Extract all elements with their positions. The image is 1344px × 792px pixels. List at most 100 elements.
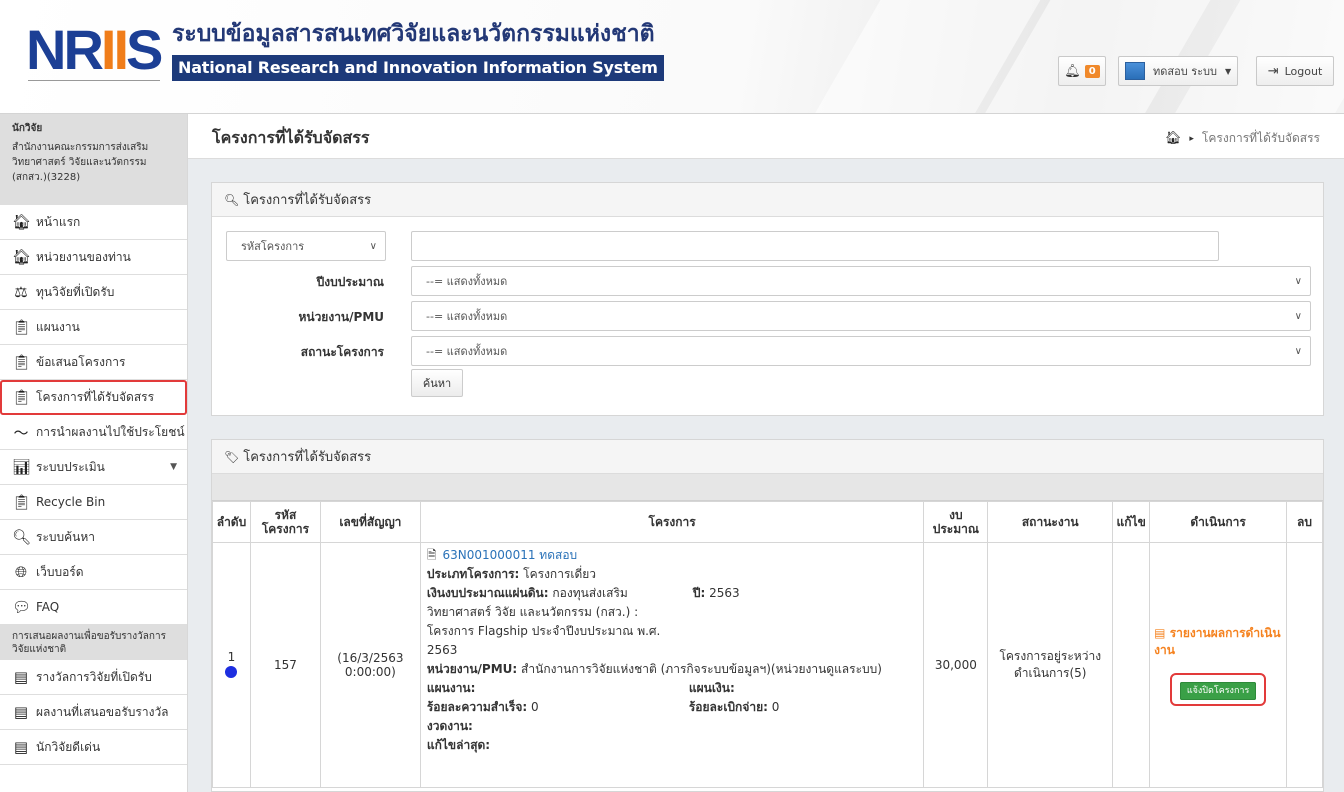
user-role: นักวิจัย <box>12 123 43 134</box>
home-icon: 🏠︎ <box>12 248 32 266</box>
col-edit: แก้ไข <box>1112 501 1151 543</box>
fiscal-year-label: ปีงบประมาณ <box>316 275 384 289</box>
sidebar-item-label: เว็บบอร์ด <box>36 564 84 579</box>
plan-label: แผนงาน: <box>426 681 476 695</box>
sidebar-item-label: ผลงานที่เสนอขอรับรางวัล <box>36 704 169 719</box>
chevron-right-icon: ▸ <box>1189 133 1194 144</box>
avatar <box>1125 62 1145 80</box>
home-icon[interactable]: 🏠︎ <box>1165 131 1182 146</box>
search-button[interactable]: ค้นหา <box>411 369 463 397</box>
sidebar-item-outstanding-researcher[interactable]: ▤ นักวิจัยดีเด่น <box>0 730 187 765</box>
sidebar-item-label: ระบบประเมิน <box>36 459 105 474</box>
sidebar-item-open-grants[interactable]: ⚖︎ ทุนวิจัยที่เปิดรับ <box>0 275 187 310</box>
sidebar-item-open-awards[interactable]: ▤ รางวัลการวิจัยที่เปิดรับ <box>0 660 187 695</box>
sidebar-item-faq[interactable]: 💬︎ FAQ <box>0 590 187 625</box>
project-link[interactable]: 🗎 63N001000011 ทดสอบ <box>427 546 918 565</box>
disburse-value: 0 <box>771 700 780 714</box>
sidebar-item-utilization[interactable]: 〜 การนำผลงานไปใช้ประโยชน์ <box>0 415 187 450</box>
bell-icon: 🔔︎ <box>1064 63 1081 79</box>
keyword-input[interactable] <box>411 231 1219 261</box>
sidebar-item-label: นักวิจัยดีเด่น <box>36 739 101 754</box>
main-content: โครงการที่ได้รับจัดสรร 🏠︎ ▸ โครงการที่ได… <box>188 114 1344 792</box>
search-panel-title: โครงการที่ได้รับจัดสรร <box>243 193 372 208</box>
col-order: ลำดับ <box>212 501 251 543</box>
sidebar-item-label: ข้อเสนอโครงการ <box>36 354 126 369</box>
line-chart-icon: 〜 <box>13 423 29 442</box>
list-toolbar <box>212 474 1323 501</box>
sidebar-item-search[interactable]: 🔍︎ ระบบค้นหา <box>0 520 187 555</box>
breadcrumb: 🏠︎ ▸ โครงการที่ได้รับจัดสรร <box>1165 129 1320 148</box>
close-project-button[interactable]: แจ้งปิดโครงการ <box>1179 681 1257 700</box>
project-type-value: โครงการเดี่ยว <box>523 567 597 581</box>
search-type-value: รหัสโครงการ <box>241 240 305 253</box>
sidebar-item-webboard[interactable]: 🌐︎ เว็บบอร์ด <box>0 555 187 590</box>
col-code: รหัส โครงการ <box>249 501 321 543</box>
clipboard-icon: 📋︎ <box>12 388 32 406</box>
col-project: โครงการ <box>419 501 925 543</box>
home-icon: 🏠︎ <box>12 213 32 231</box>
success-value: 0 <box>531 700 539 714</box>
close-project-highlight: แจ้งปิดโครงการ <box>1169 672 1267 706</box>
clipboard-icon: 📋︎ <box>12 353 32 371</box>
sidebar-item-recycle-bin[interactable]: 📋︎ Recycle Bin <box>0 485 187 520</box>
sidebar-item-funded-projects[interactable]: 📋︎ โครงการที่ได้รับจัดสรร <box>0 380 187 415</box>
report-progress-link[interactable]: ▤ รายงานผลการดำเนินงาน <box>1150 625 1286 659</box>
app-title-en: National Research and Innovation Informa… <box>172 55 664 81</box>
unit-pmu-select[interactable]: --= แสดงทั้งหมด ∨ <box>411 301 1311 331</box>
col-action: ดำเนินการ <box>1149 501 1287 543</box>
bar-chart-icon: 📊︎ <box>12 458 32 476</box>
sidebar-item-home[interactable]: 🏠︎ หน้าแรก <box>0 205 187 240</box>
sidebar-section-title: การเสนอผลงานเพื่อขอรับรางวัลการวิจัยแห่ง… <box>0 625 187 660</box>
globe-icon: 🌐︎ <box>14 563 27 581</box>
status-dot-icon <box>225 665 238 678</box>
row-delete <box>1285 542 1324 788</box>
search-panel-header: 🔍︎ โครงการที่ได้รับจัดสรร <box>212 183 1323 217</box>
sidebar-item-submitted-works[interactable]: ▤ ผลงานที่เสนอขอรับรางวัล <box>0 695 187 730</box>
chevron-down-icon: ∨ <box>369 240 377 252</box>
row-code: 157 <box>249 542 321 788</box>
col-contract: เลขที่สัญญา <box>319 501 421 543</box>
sidebar-item-label: FAQ <box>36 600 60 614</box>
row-project: 🗎 63N001000011 ทดสอบ ประเภทโครงการ: โครง… <box>419 542 925 788</box>
sidebar-item-proposals[interactable]: 📋︎ ข้อเสนอโครงการ <box>0 345 187 380</box>
project-link-text: 63N001000011 ทดสอบ <box>442 548 578 562</box>
row-budget: 30,000 <box>923 542 989 788</box>
row-status: โครงการอยู่ระหว่างดำเนินการ(5) <box>987 542 1114 788</box>
sign-out-icon: ⇥ <box>1267 63 1279 79</box>
sidebar-item-label: Recycle Bin <box>36 495 106 509</box>
sidebar-item-my-organization[interactable]: 🏠︎ หน่วยงานของท่าน <box>0 240 187 275</box>
user-menu-button[interactable]: ทดสอบ ระบบ ▼ <box>1118 56 1238 86</box>
project-status-value: --= แสดงทั้งหมด <box>426 345 508 358</box>
sidebar-item-label: ทุนวิจัยที่เปิดรับ <box>36 284 115 299</box>
col-budget: งบ ประมาณ <box>923 501 989 543</box>
unit-pmu-label: หน่วยงาน/PMU <box>298 310 384 324</box>
tag-icon: 🏷︎ <box>224 449 240 464</box>
clipboard-icon: 📋︎ <box>12 493 32 511</box>
app-header: NRIIS ระบบข้อมูลสารสนเทศวิจัยและนวัตกรรม… <box>0 0 1344 114</box>
comment-icon: 💬︎ <box>12 598 32 616</box>
notifications-button[interactable]: 🔔︎ 0 <box>1058 56 1106 86</box>
user-name: ทดสอบ ระบบ <box>1153 65 1217 78</box>
fiscal-year-select[interactable]: --= แสดงทั้งหมด ∨ <box>411 266 1311 296</box>
search-type-select[interactable]: รหัสโครงการ ∨ <box>226 231 386 261</box>
chevron-down-icon: ∨ <box>1294 310 1302 322</box>
row-edit <box>1112 542 1151 788</box>
sidebar-item-evaluation[interactable]: 📊︎ ระบบประเมิน ▼ <box>0 450 187 485</box>
project-status-label: สถานะโครงการ <box>300 345 384 359</box>
logout-label: Logout <box>1284 64 1323 78</box>
report-link-text: รายงานผลการดำเนินงาน <box>1154 625 1281 657</box>
sidebar: นักวิจัย สำนักงานคณะกรรมการส่งเสริมวิทยา… <box>0 114 188 792</box>
nriis-logo[interactable]: NRIIS <box>26 22 163 86</box>
gavel-icon: ⚖︎ <box>14 283 28 301</box>
col-delete: ลบ <box>1285 501 1324 543</box>
fiscal-year-value: --= แสดงทั้งหมด <box>426 275 508 288</box>
sidebar-item-label: หน่วยงานของท่าน <box>36 249 131 264</box>
clipboard-icon: 📋︎ <box>12 318 32 336</box>
page-header: โครงการที่ได้รับจัดสรร 🏠︎ ▸ โครงการที่ได… <box>188 114 1344 159</box>
sidebar-item-label: แผนงาน <box>36 319 80 334</box>
logout-button[interactable]: ⇥ Logout <box>1256 56 1334 86</box>
sidebar-item-plans[interactable]: 📋︎ แผนงาน <box>0 310 187 345</box>
app-title-th: ระบบข้อมูลสารสนเทศวิจัยและนวัตกรรมแห่งชา… <box>172 21 655 47</box>
sidebar-item-label: หน้าแรก <box>36 214 81 229</box>
project-status-select[interactable]: --= แสดงทั้งหมด ∨ <box>411 336 1311 366</box>
